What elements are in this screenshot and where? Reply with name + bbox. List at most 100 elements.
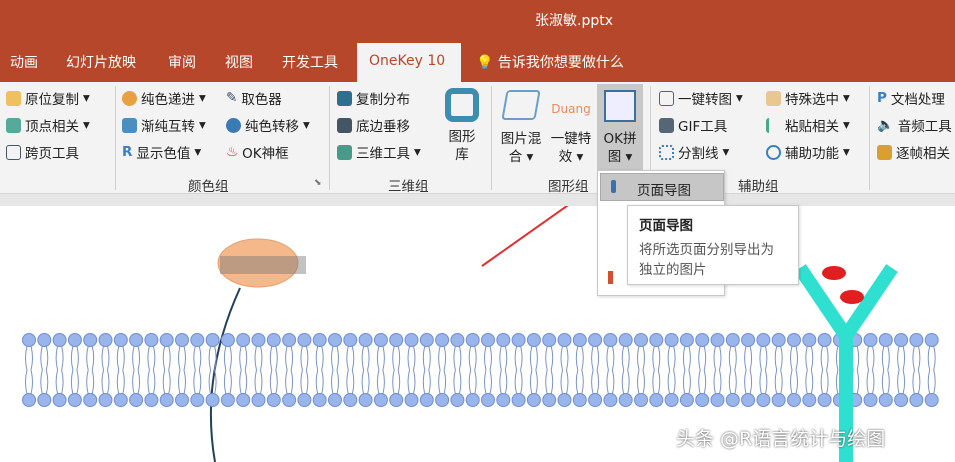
label: 文档处理 bbox=[890, 92, 945, 108]
lipid-tail bbox=[698, 345, 707, 371]
btn-3d-tools[interactable]: 三维工具 ▾ bbox=[337, 142, 421, 162]
btn-ok-frame[interactable]: ♨ OK神框 bbox=[226, 142, 289, 162]
btn-vertex[interactable]: 顶点相关 ▾ bbox=[6, 115, 90, 135]
picture-stack-icon bbox=[604, 90, 636, 122]
btn-show-color[interactable]: R 显示色值 ▾ bbox=[122, 142, 201, 162]
lipid-tail bbox=[499, 369, 508, 395]
swap-icon bbox=[122, 117, 137, 133]
menu-item-icon[interactable] bbox=[608, 271, 613, 284]
btn-gradient-convert[interactable]: 渐纯互转 ▾ bbox=[122, 115, 206, 135]
lipid-tail bbox=[468, 369, 477, 395]
btn-color-transfer[interactable]: 纯色转移 ▾ bbox=[226, 115, 310, 135]
btn-split-lines[interactable]: 分割线 ▾ bbox=[659, 142, 729, 162]
lipid-tail bbox=[713, 345, 722, 371]
lipid-head bbox=[266, 333, 281, 347]
lipid-tail bbox=[223, 369, 232, 395]
paste-icon bbox=[766, 117, 781, 133]
lipid-head bbox=[817, 393, 832, 407]
lipid-head bbox=[695, 333, 710, 347]
lipid-head bbox=[756, 393, 771, 407]
label: 取色器 bbox=[241, 92, 282, 108]
lipid-head bbox=[205, 393, 220, 407]
lipid-tail bbox=[300, 345, 309, 371]
btn-image-blend[interactable]: 图片混合 ▾ bbox=[496, 90, 546, 166]
watermark: 头条 @R语言统计与绘图 bbox=[676, 428, 886, 450]
tab-animation[interactable]: 动画 bbox=[10, 52, 38, 72]
btn-gallery[interactable]: 图形库 bbox=[442, 88, 482, 164]
lipid-tail bbox=[881, 369, 890, 395]
lipid-tail bbox=[25, 369, 33, 395]
lipid-head bbox=[557, 333, 572, 347]
btn-paste[interactable]: 粘贴相关 ▾ bbox=[766, 115, 850, 135]
lipid-tail bbox=[422, 345, 431, 371]
label: 复制分布 bbox=[356, 92, 410, 108]
tab-review[interactable]: 审阅 bbox=[168, 52, 196, 72]
lipid-head bbox=[251, 393, 266, 407]
lipid-head bbox=[37, 333, 52, 347]
tab-developer[interactable]: 开发工具 bbox=[282, 52, 338, 72]
cube-icon bbox=[337, 144, 352, 160]
btn-inplace-copy[interactable]: 原位复制 ▾ bbox=[6, 88, 90, 108]
lipid-head bbox=[266, 393, 281, 407]
title-bar: 张淑敏.pptx bbox=[0, 0, 955, 40]
menu-item-page-export[interactable]: 页面导图 bbox=[600, 173, 724, 201]
lipid-head bbox=[373, 393, 388, 407]
lipid-head bbox=[664, 333, 679, 347]
lipid-tail bbox=[86, 369, 95, 395]
lipid-head bbox=[52, 393, 67, 407]
lipid-head bbox=[251, 333, 266, 347]
tooltip-desc: 独立的图片 bbox=[639, 262, 707, 278]
lipid-head bbox=[496, 393, 511, 407]
btn-special-select[interactable]: 特殊选中 ▾ bbox=[766, 88, 850, 108]
lipid-head bbox=[542, 333, 557, 347]
lipid-head bbox=[83, 333, 98, 347]
lipid-tail bbox=[285, 345, 294, 371]
tab-onekey[interactable]: OneKey 10 bbox=[357, 43, 461, 82]
lipid-head bbox=[664, 393, 679, 407]
group-label-shape: 图形组 bbox=[548, 179, 589, 195]
lipid-tail bbox=[698, 369, 707, 395]
label: 特殊选中 bbox=[785, 92, 839, 108]
btn-copy-distribute[interactable]: 复制分布 bbox=[337, 88, 410, 108]
btn-cross-page[interactable]: 跨页工具 bbox=[6, 142, 79, 162]
btn-bottom-shift[interactable]: 底边垂移 bbox=[337, 115, 410, 135]
color-icon bbox=[226, 117, 241, 133]
gif-icon bbox=[659, 117, 674, 133]
divider bbox=[491, 86, 492, 190]
btn-one-click-effect[interactable]: Duang 一键特效 ▾ bbox=[547, 90, 595, 166]
lipid-head bbox=[878, 333, 893, 347]
lipid-tail bbox=[376, 345, 385, 371]
btn-solid-gradient[interactable]: 纯色递进 ▾ bbox=[122, 88, 206, 108]
dialog-launcher-icon[interactable]: ⬊ bbox=[314, 178, 322, 188]
tell-me-search[interactable]: 💡 告诉我你想要做什么 bbox=[476, 52, 624, 72]
lipid-head bbox=[312, 393, 327, 407]
btn-frames[interactable]: 逐帧相关 bbox=[877, 142, 950, 162]
btn-assist[interactable]: 辅助功能 ▾ bbox=[766, 142, 850, 162]
label: 辅助功能 bbox=[785, 146, 839, 162]
lipid-head bbox=[572, 393, 587, 407]
lipid-tail bbox=[101, 345, 110, 371]
lipid-tail bbox=[147, 369, 156, 395]
btn-audio[interactable]: 🔈 音频工具 bbox=[877, 115, 952, 135]
tab-view[interactable]: 视图 bbox=[225, 52, 253, 72]
lipid-tail bbox=[652, 369, 661, 395]
divider bbox=[869, 86, 870, 190]
btn-ok-puzzle[interactable]: OK拼图 ▾ bbox=[597, 84, 643, 172]
lipid-head bbox=[894, 393, 909, 407]
tab-slideshow[interactable]: 幻灯片放映 bbox=[66, 52, 136, 72]
lipid-tail bbox=[101, 369, 110, 395]
btn-gif[interactable]: GIF工具 bbox=[659, 115, 727, 135]
btn-eyedropper[interactable]: ✎ 取色器 bbox=[226, 88, 282, 108]
lightbulb-icon: 💡 bbox=[476, 55, 494, 71]
lipid-head bbox=[603, 393, 618, 407]
lipid-head bbox=[190, 393, 205, 407]
ribbon: 原位复制 ▾ 顶点相关 ▾ 跨页工具 纯色递进 ▾ 渐纯互转 ▾ R 显示色值 ▾ ✎ 取色… bbox=[0, 82, 955, 195]
hexagon-icon bbox=[445, 88, 479, 122]
lipid-tail bbox=[116, 345, 125, 371]
lipid-head bbox=[297, 333, 312, 347]
lipid-tail bbox=[178, 369, 186, 395]
eyedropper-icon: ✎ bbox=[226, 90, 238, 106]
lipid-tail bbox=[820, 369, 829, 395]
btn-doc-process[interactable]: P 文档处理 bbox=[877, 88, 945, 108]
btn-to-image[interactable]: 一键转图 ▾ bbox=[659, 88, 743, 108]
